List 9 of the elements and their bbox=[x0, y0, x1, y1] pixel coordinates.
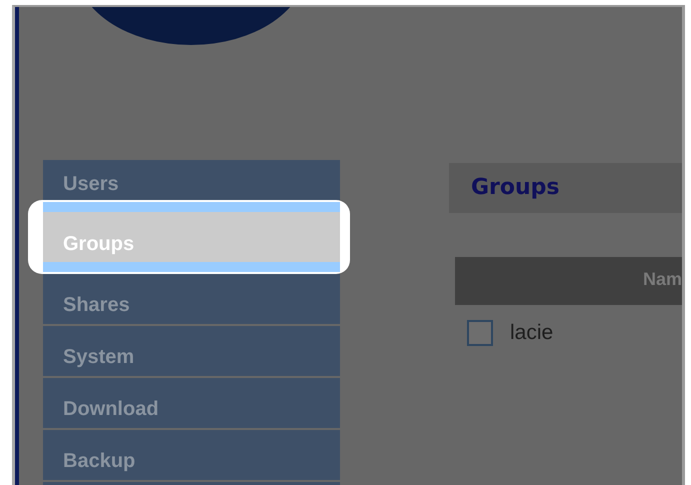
menu-item[interactable]: Backup bbox=[43, 430, 340, 480]
menu-item[interactable]: Users bbox=[43, 160, 340, 200]
page-title: Groups bbox=[449, 163, 682, 213]
group-name: lacie bbox=[510, 320, 554, 346]
menu-item[interactable]: System bbox=[43, 326, 340, 376]
menu-item[interactable]: Shares bbox=[43, 274, 340, 324]
column-header: Nam bbox=[455, 257, 682, 305]
checkbox[interactable] bbox=[467, 320, 493, 346]
menu-item[interactable]: Download bbox=[43, 378, 340, 428]
